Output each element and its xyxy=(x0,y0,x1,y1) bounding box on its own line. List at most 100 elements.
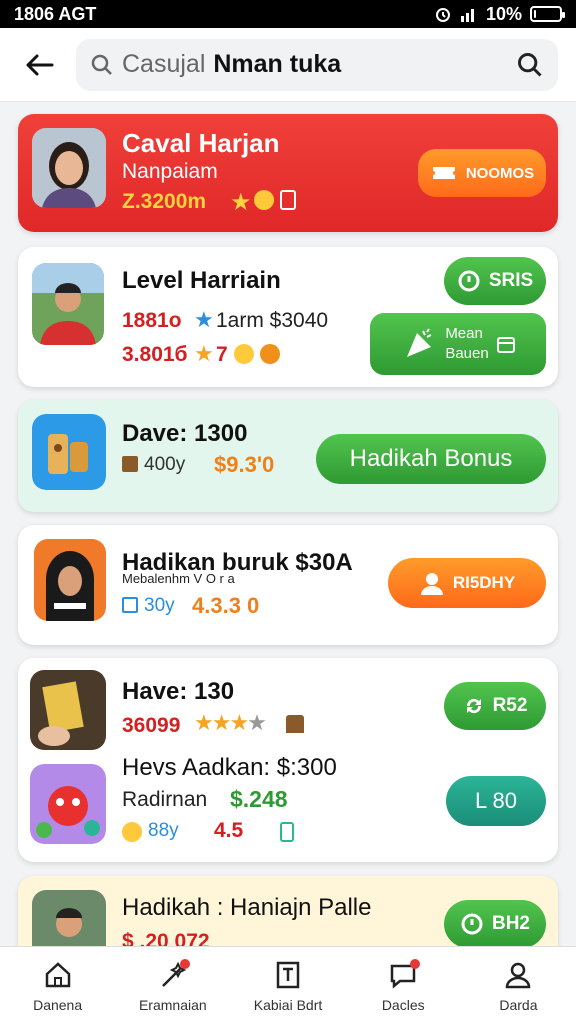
back-arrow-icon xyxy=(26,54,54,75)
refresh-icon xyxy=(466,698,481,714)
emoji-icon xyxy=(234,344,254,364)
star-icon: ★ xyxy=(194,307,214,332)
search-submit-icon[interactable] xyxy=(516,51,544,79)
nav-label: Darda xyxy=(499,996,538,1013)
card-detail: 1arm $3040 xyxy=(216,309,329,332)
boost-button[interactable]: NOOMOS xyxy=(418,149,546,197)
wand-icon xyxy=(156,958,190,991)
gift-icon xyxy=(280,822,294,842)
book-icon xyxy=(271,959,305,991)
back-button[interactable] xyxy=(18,44,60,86)
battery-icon xyxy=(530,6,565,22)
search-icon xyxy=(91,54,112,75)
coin-icon xyxy=(260,344,280,364)
avatar xyxy=(32,128,106,208)
nav-item-messages[interactable]: Dacles xyxy=(346,947,461,1024)
card-price: $.248 xyxy=(230,786,288,812)
gift-icon xyxy=(280,190,296,210)
timer-button[interactable]: BH2 xyxy=(444,900,546,948)
battery-level xyxy=(534,10,536,18)
celebration-icon xyxy=(407,328,432,357)
nav-label: Danena xyxy=(33,996,83,1013)
listing-card[interactable]: Caval Harjan Nanpaiam Z.3200m ★ NOOMOS xyxy=(18,114,558,232)
listing-card[interactable]: Have: 130 36099 ★★★★ R52 Hevs Aadkan: $:… xyxy=(18,658,558,862)
status-bar: 1806 AGT 10% xyxy=(0,0,576,28)
event-button[interactable]: Mean Bauen xyxy=(370,313,546,375)
app-icon xyxy=(32,414,106,490)
card-duration: 88y xyxy=(148,820,179,841)
card-title: Dave: 1300 xyxy=(122,420,248,447)
calendar-icon xyxy=(496,337,515,353)
emoji-icon xyxy=(122,822,142,842)
card-subtitle: Nanpaiam xyxy=(122,160,218,183)
notification-dot xyxy=(410,958,421,969)
offer-button[interactable]: R52 xyxy=(444,682,546,730)
card-title: Caval Harjan xyxy=(122,128,280,158)
card-price: 4.3.3 0 xyxy=(192,593,260,618)
ready-button-label: RI5DHY xyxy=(452,573,516,592)
boost-button-label: NOOMOS xyxy=(465,164,535,182)
nav-item-library[interactable]: Kabiai Bdrt xyxy=(230,947,345,1024)
bottom-nav: Danena Eramnaian Kabiai Bdrt Dacles Dard… xyxy=(0,946,576,1024)
battery-percent: 10% xyxy=(485,3,522,24)
card-label: Radirnan xyxy=(122,788,208,811)
status-time: 1806 AGT xyxy=(14,3,97,24)
signal-icon xyxy=(460,9,474,22)
card-price: $9.3'0 xyxy=(214,452,275,477)
alarm-icon xyxy=(435,8,450,22)
product-image xyxy=(30,670,106,750)
card-rating: 3.801б xyxy=(122,343,188,366)
clock-icon xyxy=(458,270,480,292)
home-icon xyxy=(41,959,75,991)
bonus-button-label: Hadikah Bonus xyxy=(349,445,513,472)
card-title-secondary: Hevs Aadkan: $:300 xyxy=(122,754,337,781)
star-icon: ★ xyxy=(194,341,214,366)
card-title: Have: 130 xyxy=(122,678,235,705)
card-count: 7 xyxy=(216,343,228,366)
cake-icon xyxy=(286,715,304,733)
timer-button-label: BH2 xyxy=(491,913,530,934)
avatar xyxy=(32,263,104,345)
nav-item-home[interactable]: Danena xyxy=(0,947,115,1024)
status-icons: 10% xyxy=(434,3,565,25)
notification-dot xyxy=(179,958,190,969)
nav-label: Eramnaian xyxy=(138,996,207,1013)
game-icon xyxy=(30,764,106,844)
listing-card[interactable]: Dave: 1300 400y $9.3'0 Hadikah Bonus xyxy=(18,400,558,512)
bonus-button[interactable]: Hadikah Bonus xyxy=(316,434,546,484)
clock-icon xyxy=(461,913,483,935)
user-icon xyxy=(420,573,443,595)
chat-icon xyxy=(386,958,421,991)
calendar-icon xyxy=(122,597,138,613)
top-bar: Casujal Nman tuka xyxy=(0,28,576,102)
listing-card[interactable]: Hadikan buruk $30A Mebalenhm V O r a 30y… xyxy=(18,525,558,645)
card-duration: 400y xyxy=(144,454,186,475)
card-duration: 30y xyxy=(144,595,175,616)
rating-stars-icon: ★★★★ xyxy=(194,710,267,735)
listing-card[interactable]: Level Harriain 1881o ★ 1arm $3040 3.801б… xyxy=(18,247,558,387)
timer-button[interactable]: SRIS xyxy=(444,257,546,305)
search-input[interactable]: Casujal Nman tuka xyxy=(76,38,558,91)
nav-item-profile[interactable]: Darda xyxy=(461,947,576,1024)
search-placeholder: Casujal xyxy=(122,50,206,78)
card-price: 1881o xyxy=(122,309,182,332)
score-button-label: L 80 xyxy=(474,788,517,813)
card-meta: Z.3200m xyxy=(122,190,207,213)
avatar xyxy=(34,539,106,621)
emoji-icon xyxy=(254,190,274,210)
event-button-label: Mean xyxy=(445,325,483,342)
profile-icon xyxy=(501,959,535,991)
chest-icon xyxy=(122,456,138,472)
nav-label: Kabiai Bdrt xyxy=(253,996,323,1013)
timer-button-label: SRIS xyxy=(488,270,534,291)
card-subtitle: Mebalenhm V O r a xyxy=(122,571,235,586)
score-button[interactable]: L 80 xyxy=(446,776,546,826)
nav-item-explore[interactable]: Eramnaian xyxy=(115,947,230,1024)
star-icon: ★ xyxy=(230,189,252,216)
event-button-sublabel: Bauen xyxy=(445,345,489,362)
search-value: Nman tuka xyxy=(213,50,342,78)
ready-button[interactable]: RI5DHY xyxy=(388,558,546,608)
card-title: Hadikah : Haniajn Palle xyxy=(122,894,372,921)
card-rating: 4.5 xyxy=(214,819,244,842)
nav-label: Dacles xyxy=(381,996,425,1013)
